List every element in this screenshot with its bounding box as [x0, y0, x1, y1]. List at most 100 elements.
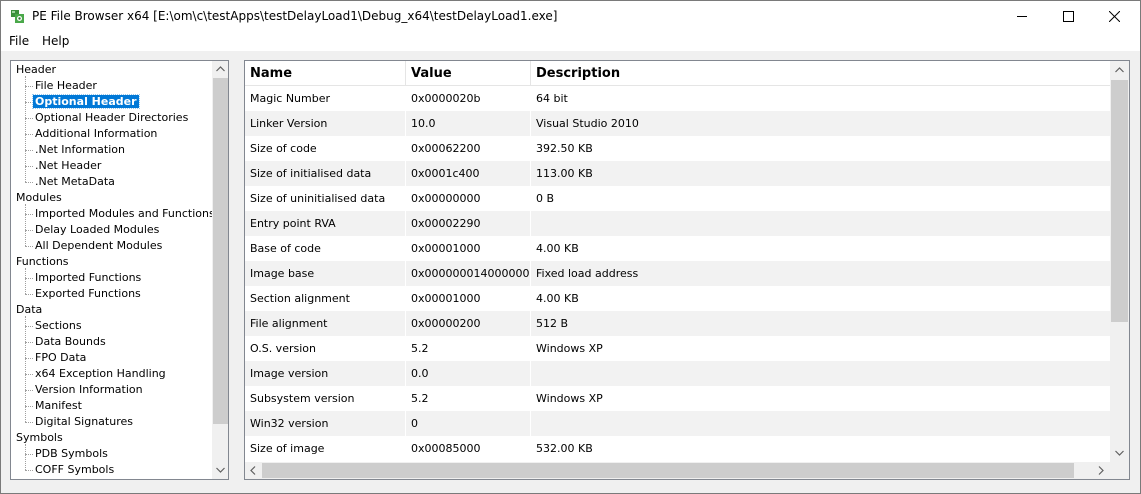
grid-vertical-scrollbar[interactable] [1110, 61, 1129, 462]
tree-item-optional-header[interactable]: Optional Header [32, 94, 140, 110]
grid-scroll-right-button[interactable] [1093, 462, 1110, 479]
tree-item-x64-exception-handling[interactable]: x64 Exception Handling [33, 366, 168, 382]
tree-item-label: Additional Information [35, 127, 158, 140]
column-header-value[interactable]: Value [406, 61, 531, 86]
close-icon [1109, 11, 1120, 22]
table-row[interactable]: Image version 0.0 [245, 361, 1111, 386]
tree-item-label: x64 Exception Handling [35, 367, 166, 380]
table-row[interactable]: File alignment 0x00000200 512 B [245, 311, 1111, 336]
column-header-description[interactable]: Description [531, 61, 1111, 86]
table-row[interactable]: Subsystem version 5.2 Windows XP [245, 386, 1111, 411]
maximize-button[interactable] [1046, 1, 1092, 32]
tree-connector [25, 150, 33, 151]
table-row[interactable]: Size of code 0x00062200 392.50 KB [245, 136, 1111, 161]
tree-item-label: PDB Symbols [35, 447, 108, 460]
tree-item-label: Modules [16, 191, 62, 204]
table-row[interactable]: Base of code 0x00001000 4.00 KB [245, 236, 1111, 261]
tree-vertical-scrollbar[interactable] [212, 61, 228, 479]
tree-item-header[interactable]: Header [14, 62, 58, 78]
tree-connector [25, 118, 33, 119]
tree-connector [25, 102, 33, 103]
tree-item-imported-modules-and-functions[interactable]: Imported Modules and Functions [33, 206, 217, 222]
tree-scroll-thumb[interactable] [213, 78, 228, 424]
tree-item-label: Data [16, 303, 43, 316]
tree-item-optional-header-directories[interactable]: Optional Header Directories [33, 110, 190, 126]
grid-scroll-down-button[interactable] [1110, 444, 1129, 462]
table-row[interactable]: Section alignment 0x00001000 4.00 KB [245, 286, 1111, 311]
grid-header: Name Value Description [245, 61, 1111, 86]
cell-description: 4.00 KB [531, 286, 1111, 311]
tree-item-label: Imported Modules and Functions [35, 207, 215, 220]
cell-name: Image version [245, 361, 406, 386]
tree-connector [25, 230, 33, 231]
tree-item-data[interactable]: Data [14, 302, 44, 318]
table-row[interactable]: Linker Version 10.0 Visual Studio 2010 [245, 111, 1111, 136]
tree-item-label: Imported Functions [35, 271, 142, 284]
tree-item-sections[interactable]: Sections [33, 318, 84, 334]
cell-name: Size of initialised data [245, 161, 406, 186]
tree-item-version-information[interactable]: Version Information [33, 382, 145, 398]
tree-item-label: Manifest [35, 399, 82, 412]
grid-scroll-left-button[interactable] [245, 462, 262, 479]
cell-value: 0.0 [406, 361, 531, 386]
minimize-button[interactable] [1000, 1, 1046, 32]
column-header-name[interactable]: Name [245, 61, 406, 86]
tree-item-functions[interactable]: Functions [14, 254, 71, 270]
tree-item-symbols[interactable]: Symbols [14, 430, 65, 446]
tree-item-label: Digital Signatures [35, 415, 133, 428]
gear-app-icon [11, 10, 24, 23]
tree-item-file-header[interactable]: File Header [33, 78, 99, 94]
tree-item-modules[interactable]: Modules [14, 190, 64, 206]
menu-file[interactable]: File [9, 34, 29, 48]
grid-scroll-up-button[interactable] [1110, 61, 1129, 80]
chevron-left-icon [250, 466, 256, 475]
tree-item-manifest[interactable]: Manifest [33, 398, 84, 414]
cell-description: 0 B [531, 186, 1111, 211]
grid-horizontal-scroll-thumb[interactable] [262, 463, 1074, 478]
chevron-up-icon [1115, 67, 1124, 73]
table-row[interactable]: Magic Number 0x0000020b 64 bit [245, 86, 1111, 111]
navigation-tree[interactable]: Header File Header Optional Header Optional… [10, 60, 229, 480]
tree-item-digital-signatures[interactable]: Digital Signatures [33, 414, 135, 430]
table-row[interactable]: Win32 version 0 [245, 411, 1111, 436]
maximize-icon [1063, 11, 1074, 22]
tree-item-all-dependent-modules[interactable]: All Dependent Modules [33, 238, 164, 254]
table-row[interactable]: O.S. version 5.2 Windows XP [245, 336, 1111, 361]
tree-connector [25, 422, 33, 423]
title-bar[interactable]: PE File Browser x64 [E:\om\c\testApps\te… [1, 1, 1140, 32]
tree-item-exported-functions[interactable]: Exported Functions [33, 286, 143, 302]
tree-scroll-down-button[interactable] [212, 462, 228, 479]
window-title: PE File Browser x64 [E:\om\c\testApps\te… [32, 9, 558, 23]
tree-connector [25, 182, 33, 183]
grid-vertical-scroll-thumb[interactable] [1111, 80, 1128, 322]
tree-scroll-up-button[interactable] [212, 61, 228, 78]
tree-item-fpo-data[interactable]: FPO Data [33, 350, 88, 366]
tree-item-net-metadata[interactable]: .Net MetaData [33, 174, 117, 190]
cell-value: 0x00001000 [406, 236, 531, 261]
tree-item-data-bounds[interactable]: Data Bounds [33, 334, 108, 350]
table-row[interactable]: Size of uninitialised data 0x00000000 0 B [245, 186, 1111, 211]
table-row[interactable]: Size of initialised data 0x0001c400 113.00… [245, 161, 1111, 186]
tree-item-label: File Header [35, 79, 97, 92]
tree-item-label: FPO Data [35, 351, 87, 364]
tree-item-coff-symbols[interactable]: COFF Symbols [33, 462, 116, 478]
scrollbar-corner [1110, 462, 1129, 479]
table-row[interactable]: Size of image 0x00085000 532.00 KB [245, 436, 1111, 461]
table-row[interactable]: Image base 0x0000000140000000 Fixed load a… [245, 261, 1111, 286]
tree-item-delay-loaded-modules[interactable]: Delay Loaded Modules [33, 222, 161, 238]
tree-item-imported-functions[interactable]: Imported Functions [33, 270, 143, 286]
tree-item-label: Data Bounds [35, 335, 106, 348]
cell-description: Visual Studio 2010 [531, 111, 1111, 136]
tree-item-additional-information[interactable]: Additional Information [33, 126, 159, 142]
tree-connector [25, 470, 33, 471]
tree-connector [25, 390, 33, 391]
tree-item-pdb-symbols[interactable]: PDB Symbols [33, 446, 110, 462]
grid-horizontal-scrollbar[interactable] [245, 462, 1110, 479]
menu-help[interactable]: Help [42, 34, 69, 48]
cell-description: 392.50 KB [531, 136, 1111, 161]
table-row[interactable]: Entry point RVA 0x00002290 [245, 211, 1111, 236]
close-button[interactable] [1092, 1, 1138, 32]
tree-connector [25, 316, 26, 422]
tree-item-net-header[interactable]: .Net Header [33, 158, 103, 174]
tree-item-net-information[interactable]: .Net Information [33, 142, 127, 158]
